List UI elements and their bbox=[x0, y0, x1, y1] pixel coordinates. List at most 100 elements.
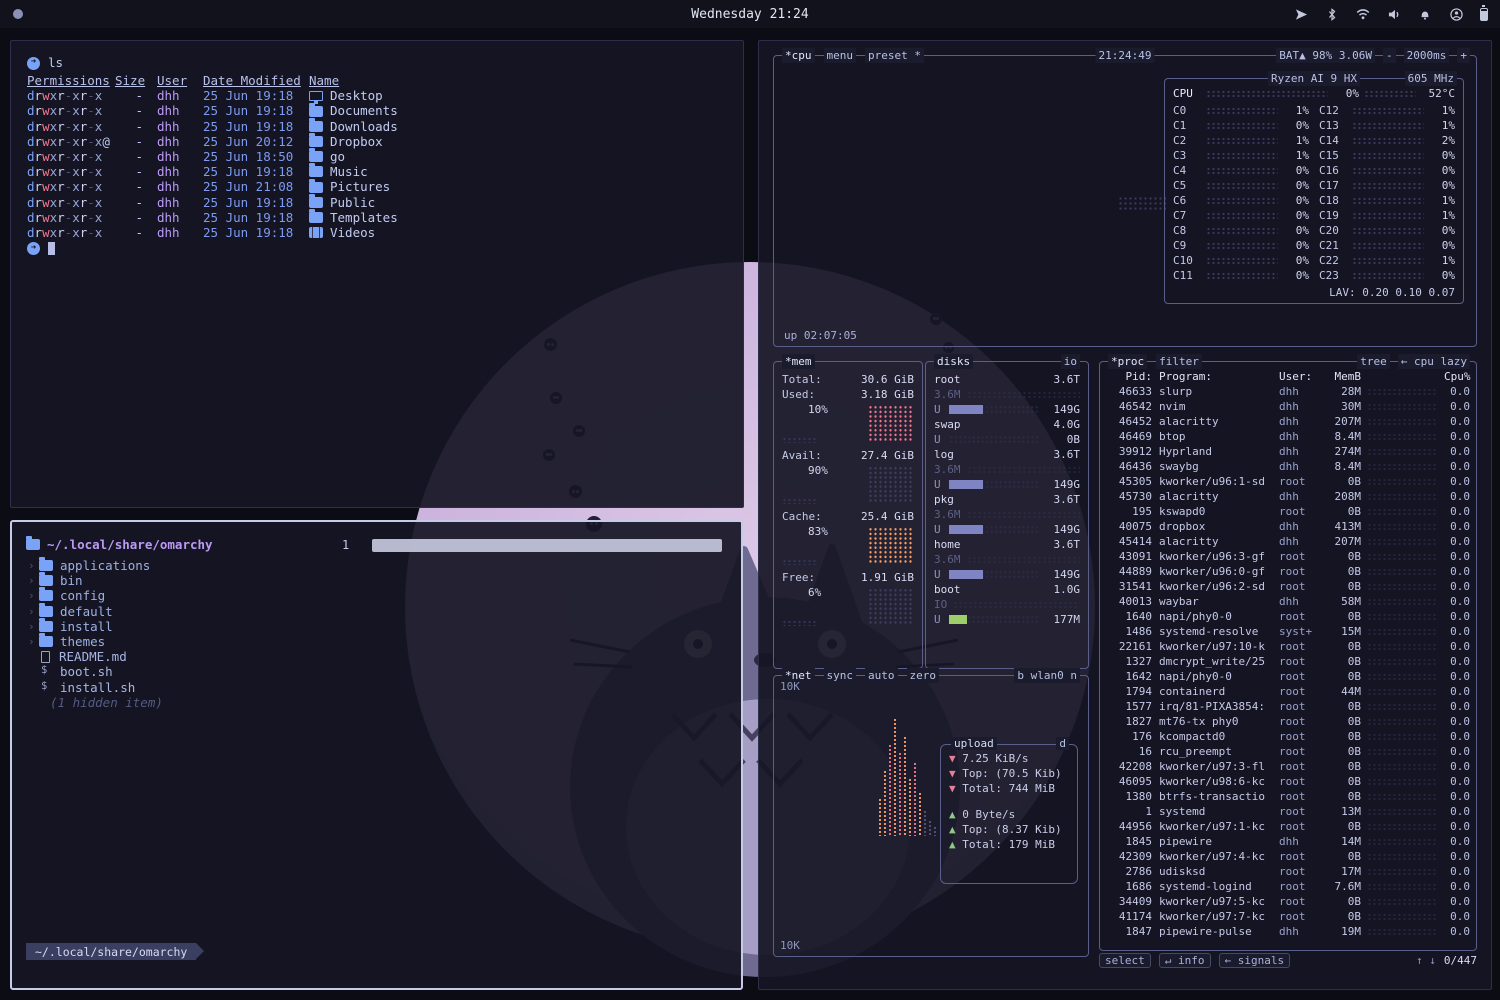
tab-menu[interactable]: menu bbox=[824, 48, 857, 63]
process-row[interactable]: 46469 btop dhh 8.4M 0.0 bbox=[1108, 429, 1470, 444]
process-cpu: 0.0 bbox=[1444, 865, 1470, 878]
header-user[interactable]: User: bbox=[1279, 370, 1321, 383]
process-row[interactable]: 45730 alacritty dhh 208M 0.0 bbox=[1108, 489, 1470, 504]
file-list-item[interactable]: install.sh bbox=[28, 680, 150, 695]
process-mem: 0B bbox=[1321, 760, 1361, 773]
workspace-indicator[interactable] bbox=[13, 9, 23, 19]
process-row[interactable]: 1642 napi/phy0-0 root 0B 0.0 bbox=[1108, 669, 1470, 684]
process-row[interactable]: 34409 kworker/u97:5-kc root 0B 0.0 bbox=[1108, 894, 1470, 909]
process-row[interactable]: 1 systemd root 13M 0.0 bbox=[1108, 804, 1470, 819]
tailscale-icon[interactable] bbox=[1294, 7, 1308, 21]
scroll-hint[interactable]: ↑ ↓ bbox=[1416, 954, 1436, 967]
process-row[interactable]: 40075 dropbox dhh 413M 0.0 bbox=[1108, 519, 1470, 534]
tab-tree[interactable]: tree bbox=[1357, 354, 1390, 369]
entry-name: applications bbox=[60, 558, 150, 573]
refresh-increase[interactable]: + bbox=[1457, 48, 1470, 63]
process-row[interactable]: 1486 systemd-resolve syst+ 15M 0.0 bbox=[1108, 624, 1470, 639]
process-row[interactable]: 41174 kworker/u97:7-kc root 0B 0.0 bbox=[1108, 909, 1470, 924]
tab-io[interactable]: io bbox=[1061, 354, 1080, 369]
process-name: pipewire-pulse bbox=[1159, 925, 1279, 938]
header-pid[interactable]: Pid: bbox=[1108, 370, 1152, 383]
tab-auto[interactable]: auto bbox=[865, 668, 898, 683]
net-stat-row: Total: 179 MiB bbox=[949, 838, 1073, 853]
signals-button[interactable]: ← signals bbox=[1219, 953, 1291, 968]
process-row[interactable]: 2786 udisksd root 17M 0.0 bbox=[1108, 864, 1470, 879]
process-row[interactable]: 42309 kworker/u97:4-kc root 0B 0.0 bbox=[1108, 849, 1470, 864]
terminal-content: ls Permissions Size User Date Modified N… bbox=[11, 41, 743, 272]
terminal-window-ls[interactable]: ls Permissions Size User Date Modified N… bbox=[10, 40, 744, 508]
file-list-item[interactable]: install bbox=[28, 619, 150, 634]
process-row[interactable]: 1380 btrfs-transactio root 0B 0.0 bbox=[1108, 789, 1470, 804]
process-row[interactable]: 39912 Hyprland dhh 274M 0.0 bbox=[1108, 444, 1470, 459]
process-row[interactable]: 45305 kworker/u96:1-sd root 0B 0.0 bbox=[1108, 474, 1470, 489]
select-button[interactable]: select bbox=[1099, 953, 1151, 968]
shell-prompt-active[interactable] bbox=[27, 240, 727, 256]
process-row[interactable]: 46436 swaybg dhh 8.4M 0.0 bbox=[1108, 459, 1470, 474]
disk-activity: 3.6M bbox=[934, 463, 961, 476]
process-row[interactable]: 22161 kworker/u97:10-k root 0B 0.0 bbox=[1108, 639, 1470, 654]
tab-cpu-lazy[interactable]: ← cpu lazy bbox=[1398, 354, 1470, 369]
disk-row: U 149G bbox=[934, 522, 1080, 537]
process-row[interactable]: 40013 waybar dhh 58M 0.0 bbox=[1108, 594, 1470, 609]
process-row[interactable]: 1327 dmcrypt_write/25 root 0B 0.0 bbox=[1108, 654, 1470, 669]
process-row[interactable]: 42208 kworker/u97:3-fl root 0B 0.0 bbox=[1108, 759, 1470, 774]
tab-filter[interactable]: filter bbox=[1156, 354, 1202, 369]
tab-indicator[interactable]: 1 bbox=[342, 538, 349, 552]
process-row[interactable]: 1847 pipewire-pulse dhh 19M 0.0 bbox=[1108, 924, 1470, 939]
network-interface[interactable]: b wlan0 n bbox=[1014, 668, 1080, 683]
volume-icon[interactable] bbox=[1387, 7, 1401, 21]
tab-mem[interactable]: *mem bbox=[782, 354, 815, 369]
process-row[interactable]: 1794 containerd root 44M 0.0 bbox=[1108, 684, 1470, 699]
user-icon[interactable] bbox=[1449, 7, 1463, 21]
chevron-right-icon bbox=[28, 559, 39, 572]
header-mem[interactable]: MemB bbox=[1321, 370, 1361, 383]
process-row[interactable]: 46542 nvim dhh 30M 0.0 bbox=[1108, 399, 1470, 414]
process-row[interactable]: 1845 pipewire dhh 14M 0.0 bbox=[1108, 834, 1470, 849]
bluetooth-icon[interactable] bbox=[1325, 7, 1339, 21]
file-owner: dhh bbox=[157, 164, 193, 179]
notification-icon[interactable] bbox=[1418, 7, 1432, 21]
file-list-item[interactable]: README.md bbox=[28, 649, 150, 664]
file-manager-window[interactable]: ~/.local/share/omarchy 1 applications bi… bbox=[10, 520, 743, 990]
clock[interactable]: Wednesday 21:24 bbox=[691, 7, 808, 22]
file-list-item[interactable]: default bbox=[28, 604, 150, 619]
file-list-item[interactable]: applications bbox=[28, 558, 150, 573]
wifi-icon[interactable] bbox=[1356, 7, 1370, 21]
process-row[interactable]: 1640 napi/phy0-0 root 0B 0.0 bbox=[1108, 609, 1470, 624]
system-monitor-window[interactable]: *cpu menu preset * 21:24:49 BAT▲ 98% 3.0… bbox=[758, 40, 1492, 990]
tab-preset[interactable]: preset * bbox=[865, 48, 924, 63]
file-list-item[interactable]: config bbox=[28, 588, 150, 603]
file-list-item[interactable]: bin bbox=[28, 573, 150, 588]
process-row[interactable]: 1686 systemd-logind root 7.6M 0.0 bbox=[1108, 879, 1470, 894]
process-row[interactable]: 31541 kworker/u96:2-sd root 0B 0.0 bbox=[1108, 579, 1470, 594]
process-user: root bbox=[1279, 730, 1321, 743]
header-program[interactable]: Program: bbox=[1159, 370, 1279, 383]
file-owner: dhh bbox=[157, 179, 193, 194]
file-list-item[interactable]: themes bbox=[28, 634, 150, 649]
process-row[interactable]: 46095 kworker/u98:6-kc root 0B 0.0 bbox=[1108, 774, 1470, 789]
file-list-item[interactable]: boot.sh bbox=[28, 664, 150, 679]
process-row[interactable]: 16 rcu_preempt root 0B 0.0 bbox=[1108, 744, 1470, 759]
header-cpu[interactable]: Cpu% bbox=[1444, 370, 1470, 383]
battery-icon[interactable] bbox=[1480, 8, 1488, 21]
process-pid: 2786 bbox=[1108, 865, 1152, 878]
process-mem: 207M bbox=[1321, 535, 1361, 548]
refresh-decrease[interactable]: - bbox=[1383, 48, 1396, 63]
process-row[interactable]: 44956 kworker/u97:1-kc root 0B 0.0 bbox=[1108, 819, 1470, 834]
process-row[interactable]: 176 kcompactd0 root 0B 0.0 bbox=[1108, 729, 1470, 744]
process-row[interactable]: 44889 kworker/u96:0-gf root 0B 0.0 bbox=[1108, 564, 1470, 579]
process-row[interactable]: 46633 slurp dhh 28M 0.0 bbox=[1108, 384, 1470, 399]
process-cpu: 0.0 bbox=[1444, 835, 1470, 848]
tab-disks[interactable]: disks bbox=[934, 354, 973, 369]
process-row[interactable]: 43091 kworker/u96:3-gf root 0B 0.0 bbox=[1108, 549, 1470, 564]
info-button[interactable]: ↵ info bbox=[1159, 953, 1211, 968]
process-row[interactable]: 1827 mt76-tx phy0 root 0B 0.0 bbox=[1108, 714, 1470, 729]
process-row[interactable]: 45414 alacritty dhh 207M 0.0 bbox=[1108, 534, 1470, 549]
process-row[interactable]: 195 kswapd0 root 0B 0.0 bbox=[1108, 504, 1470, 519]
process-row[interactable]: 1577 irq/81-PIXA3854: root 0B 0.0 bbox=[1108, 699, 1470, 714]
tab-sync[interactable]: sync bbox=[824, 668, 857, 683]
tab-proc[interactable]: *proc bbox=[1108, 354, 1147, 369]
tab-cpu[interactable]: *cpu bbox=[782, 48, 815, 63]
tab-zero[interactable]: zero bbox=[907, 668, 940, 683]
process-row[interactable]: 46452 alacritty dhh 207M 0.0 bbox=[1108, 414, 1470, 429]
